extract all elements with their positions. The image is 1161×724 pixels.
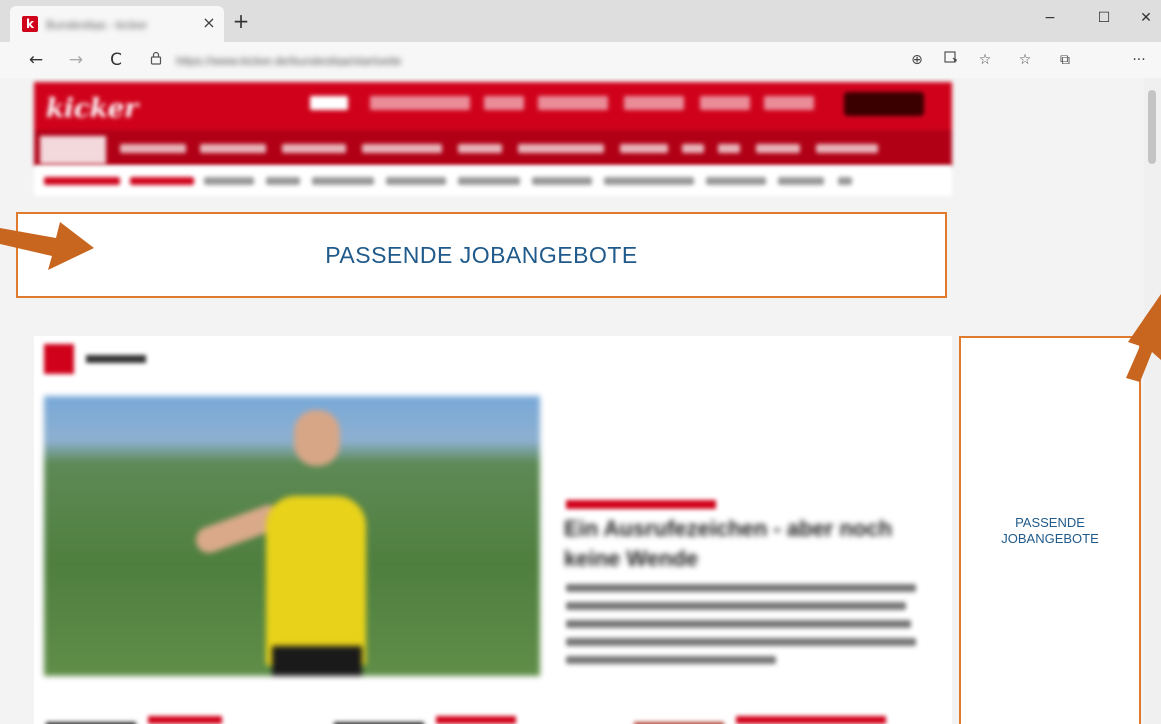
collections-icon[interactable]: ⧉: [1054, 50, 1076, 70]
site-favicon-icon: k: [22, 16, 38, 32]
subnav-item[interactable]: [266, 177, 300, 185]
close-tab-icon[interactable]: ×: [200, 13, 218, 33]
header-nav-item[interactable]: [370, 96, 470, 110]
article-teaser-line: [566, 584, 916, 592]
section-tag-icon: [44, 344, 74, 374]
subnav-item[interactable]: [778, 177, 824, 185]
player-head: [294, 410, 340, 466]
subnav-item[interactable]: [838, 177, 852, 185]
header-nav-item[interactable]: [700, 96, 750, 110]
subnav-item[interactable]: [706, 177, 766, 185]
header-nav-item[interactable]: [624, 96, 684, 110]
url-text: https://www.kicker.de/bundesliga/startse…: [176, 54, 402, 66]
reader-icon[interactable]: [940, 50, 962, 70]
header-nav-item[interactable]: [484, 96, 524, 110]
section-tag-label: [86, 355, 147, 363]
subnav-item[interactable]: [532, 177, 592, 185]
annotation-arrow-icon: [1126, 294, 1161, 382]
article-panel: Ein Ausrufezeichen - aber noch keine Wen…: [34, 336, 952, 724]
sport-nav-item[interactable]: [718, 144, 740, 153]
job-offers-banner-wide[interactable]: PASSENDE JOBANGEBOTE: [16, 212, 947, 298]
article-teaser-line: [566, 638, 916, 646]
site-logo[interactable]: kicker: [46, 94, 138, 124]
annotation-arrow-icon: [0, 222, 94, 270]
subnav-item[interactable]: [130, 177, 194, 185]
forward-icon[interactable]: →: [64, 48, 88, 72]
sport-nav-item[interactable]: [518, 144, 604, 153]
article-teaser-line: [566, 656, 776, 664]
subnav-item[interactable]: [458, 177, 520, 185]
sport-nav-item[interactable]: [362, 144, 442, 153]
page-viewport: kicker PASSENDE JOBANGEBOTE Ein Ausrufez…: [0, 78, 1161, 724]
lock-icon: [150, 51, 164, 67]
subnav-item[interactable]: [44, 177, 120, 185]
browser-tab[interactable]: k Bundesliga - kicker ×: [10, 6, 224, 42]
article-headline[interactable]: Ein Ausrufezeichen - aber noch keine Wen…: [564, 514, 894, 574]
maximize-icon[interactable]: ☐: [1086, 6, 1122, 30]
sport-nav-item[interactable]: [282, 144, 346, 153]
browser-toolbar: ← → C https://www.kicker.de/bundesliga/s…: [0, 42, 1161, 78]
job-offers-label: PASSENDE JOBANGEBOTE: [325, 241, 638, 268]
sport-nav-active[interactable]: [40, 136, 106, 164]
sport-nav-item[interactable]: [120, 144, 186, 153]
teaser-kicker: [436, 716, 516, 724]
teaser-kicker: [148, 716, 222, 724]
job-offers-banner-tall[interactable]: PASSENDE JOBANGEBOTE: [959, 336, 1141, 724]
login-button[interactable]: [844, 92, 924, 116]
subnav-item[interactable]: [386, 177, 446, 185]
browser-window: k Bundesliga - kicker × + − ☐ ✕ ← → C ht…: [0, 0, 1161, 724]
subnav-item[interactable]: [312, 177, 374, 185]
player-jersey: [266, 496, 366, 666]
site-header: kicker: [34, 82, 952, 166]
add-icon[interactable]: ⊕: [906, 50, 928, 70]
subnav-item[interactable]: [204, 177, 254, 185]
new-tab-button[interactable]: +: [230, 10, 252, 32]
section-tag: [44, 344, 147, 374]
teaser-strip: [44, 712, 924, 724]
job-offers-label: PASSENDE JOBANGEBOTE: [1001, 515, 1099, 546]
sport-nav-item[interactable]: [816, 144, 878, 153]
minimize-icon[interactable]: −: [1032, 6, 1068, 30]
address-bar[interactable]: https://www.kicker.de/bundesliga/startse…: [140, 46, 900, 74]
header-nav-active[interactable]: [310, 96, 348, 110]
article-hero-image[interactable]: [44, 396, 540, 676]
league-subnav: [34, 166, 952, 196]
sport-nav-bar: [34, 130, 952, 166]
header-nav-item[interactable]: [764, 96, 814, 110]
sport-nav-item[interactable]: [682, 144, 704, 153]
tab-title: Bundesliga - kicker: [46, 18, 148, 30]
more-icon[interactable]: ···: [1128, 50, 1150, 70]
close-window-icon[interactable]: ✕: [1128, 6, 1161, 30]
article-teaser-line: [566, 602, 906, 610]
favorite-add-icon[interactable]: ☆: [974, 50, 996, 70]
player-shorts: [272, 646, 362, 676]
sport-nav-item[interactable]: [458, 144, 502, 153]
tab-strip: k Bundesliga - kicker × + − ☐ ✕: [0, 0, 1161, 42]
article-kicker: [566, 500, 716, 509]
back-icon[interactable]: ←: [24, 48, 48, 72]
sport-nav-item[interactable]: [620, 144, 668, 153]
subnav-item[interactable]: [604, 177, 694, 185]
reload-icon[interactable]: C: [104, 48, 128, 72]
header-nav-item[interactable]: [538, 96, 608, 110]
sport-nav-item[interactable]: [756, 144, 800, 153]
scrollbar-thumb[interactable]: [1148, 90, 1156, 164]
favorites-icon[interactable]: ☆: [1014, 50, 1036, 70]
article-teaser-line: [566, 620, 911, 628]
teaser-kicker: [736, 716, 886, 724]
page-scrollbar[interactable]: [1144, 78, 1161, 724]
sport-nav-item[interactable]: [200, 144, 266, 153]
